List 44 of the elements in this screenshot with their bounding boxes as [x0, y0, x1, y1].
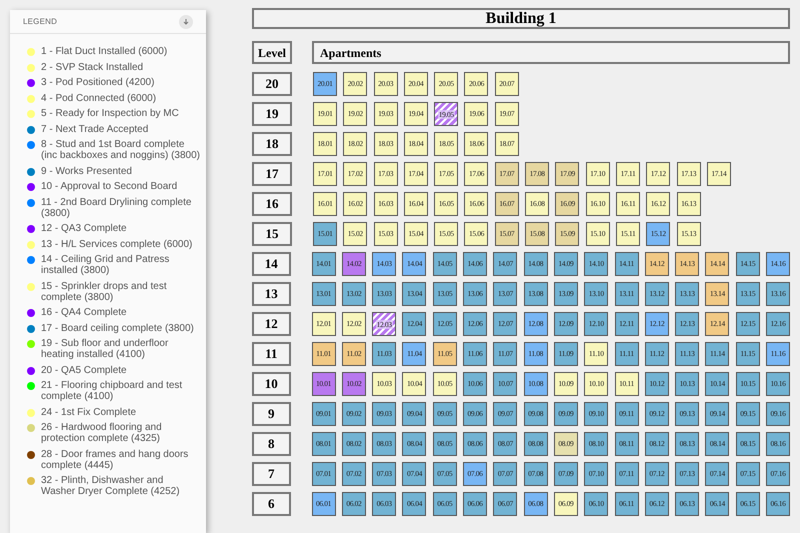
level-label: 18 [252, 132, 292, 156]
legend-item: 7 - Next Trade Accepted [41, 124, 148, 134]
legend-item: 14 - Ceiling Grid and Patress installed (3800) [41, 254, 170, 276]
level-label: 15 [252, 222, 292, 246]
legend-item: 2 - SVP Stack Installed [41, 62, 144, 72]
legend-item: 9 - Works Presented [41, 166, 132, 176]
down-arrow-icon [182, 18, 190, 26]
level-label: 8 [252, 432, 291, 456]
legend-item: 19 - Sub floor and underfloor heating installed (4100) [41, 338, 170, 360]
legend-item: 12 - QA3 Complete [41, 223, 127, 234]
legend-item: 13 - H/L Services complete (6000) [41, 238, 192, 250]
level-header: Level [252, 41, 292, 64]
level-label: 10 [252, 372, 291, 396]
level-label: 19 [252, 102, 292, 126]
level-label: 9 [252, 402, 291, 426]
level-label: 14 [252, 252, 291, 276]
level-label: 13 [252, 282, 291, 306]
level-label: 17 [252, 162, 292, 186]
legend-item: 8 - Stud and 1st Board complete (inc backboxes and noggins) (3800) [41, 139, 200, 161]
legend-item: 20 - QA5 Complete [41, 364, 127, 376]
legend-item: 1 - Flat Duct Installed (6000) [41, 46, 168, 57]
level-label: 7 [252, 462, 291, 486]
legend-item: 24 - 1st Fix Complete [41, 406, 136, 418]
level-label: 6 [252, 492, 291, 516]
apartments-header: Apartments [312, 41, 790, 64]
legend-item: 15 - Sprinkler drops and test complete (3800) [41, 280, 168, 302]
legend-item: 17 - Board ceiling complete (3800) [41, 322, 194, 334]
legend-item: 32 - Plinth, Dishwasher and Washer Dryer Complete (4252) [41, 475, 181, 497]
level-label: 16 [252, 192, 292, 216]
legend-item: 4 - Pod Connected (6000) [41, 92, 156, 104]
legend-item: 26 - Hardwood flooring and protection complete (4325) [41, 422, 163, 444]
collapse-button[interactable] [179, 14, 193, 28]
level-label: 12 [252, 312, 291, 336]
level-label: 20 [252, 72, 292, 96]
legend-item: 28 - Door frames and hang doors complete (4445) [41, 448, 190, 470]
legend-item: 10 - Approval to Second Board [41, 181, 178, 192]
level-label: 11 [252, 342, 291, 366]
legend-item: 11 - 2nd Board Drylining complete (3800) [41, 196, 192, 218]
legend-title: LEGEND [23, 16, 58, 28]
legend-item: 21 - Flooring chipboard and test complete (4100) [41, 380, 184, 402]
legend-item: 16 - QA4 Complete [41, 307, 127, 318]
legend-item: 5 - Ready for Inspection by MC [41, 108, 179, 119]
legend-item: 3 - Pod Positioned (4200) [41, 77, 154, 88]
building-title: Building 1 [252, 8, 790, 29]
